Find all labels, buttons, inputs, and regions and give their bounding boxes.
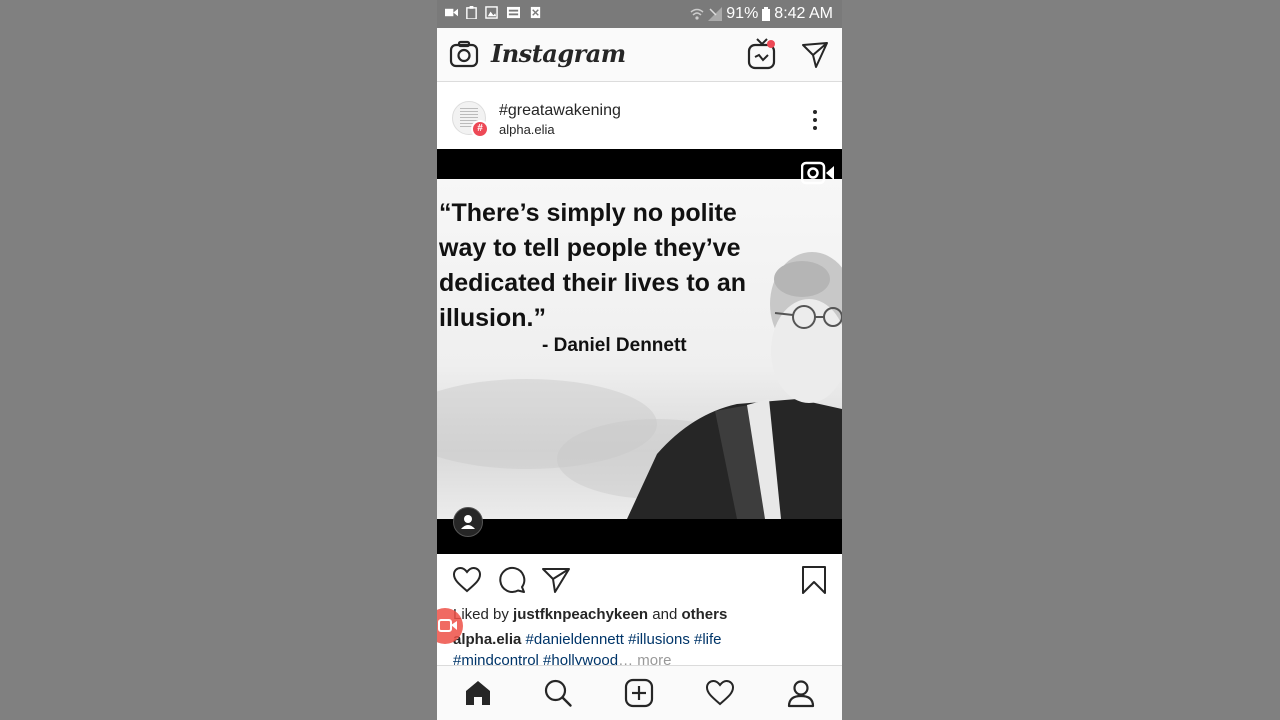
- person-icon: [461, 515, 475, 529]
- activity-heart-icon[interactable]: [705, 678, 735, 708]
- wifi-icon: [690, 8, 704, 20]
- screen-recorder-bubble[interactable]: [437, 608, 463, 644]
- likes-middle: and: [648, 606, 682, 623]
- bookmark-icon[interactable]: [799, 565, 829, 595]
- home-icon[interactable]: [463, 678, 493, 708]
- bottom-navigation: [437, 665, 842, 720]
- signal-icon: [708, 7, 723, 21]
- tagged-people-button[interactable]: [453, 507, 483, 537]
- new-post-icon[interactable]: [624, 678, 654, 708]
- notification-icons: [445, 6, 542, 19]
- share-icon[interactable]: [541, 565, 571, 595]
- hashtag-badge: #: [471, 120, 489, 138]
- notification-dot: [767, 40, 775, 48]
- post-image[interactable]: “There’s simply no polite way to tell pe…: [437, 149, 842, 554]
- search-icon[interactable]: [543, 678, 573, 708]
- video-notification-icon: [445, 8, 458, 17]
- status-bar: 91% 8:42 AM: [437, 0, 842, 28]
- recorder-icon: [438, 619, 457, 632]
- battery-percent: 91%: [726, 5, 759, 22]
- quote-author: - Daniel Dennett: [542, 335, 687, 356]
- likes-summary: Liked by justfknpeachykeen and others: [453, 606, 727, 623]
- post-header: # #greatawakening alpha.elia: [437, 88, 842, 148]
- direct-message-icon[interactable]: [801, 41, 829, 69]
- battery-icon: [762, 7, 771, 21]
- likes-others-link[interactable]: others: [681, 606, 727, 623]
- comment-icon[interactable]: [497, 565, 527, 595]
- phone-screen: 91% 8:42 AM Instagram # #greatawakening …: [437, 0, 842, 720]
- clock: 8:42 AM: [774, 5, 833, 22]
- camera-icon[interactable]: [449, 40, 479, 70]
- liker-username[interactable]: justfknpeachykeen: [513, 606, 648, 623]
- quote-text: “There’s simply no polite way to tell pe…: [439, 199, 747, 332]
- post-actions: [437, 560, 842, 600]
- status-right: 91% 8:42 AM: [690, 5, 833, 23]
- more-options-icon[interactable]: [809, 108, 821, 132]
- clipboard-notification-icon: [466, 6, 477, 19]
- app-header: Instagram: [437, 28, 842, 82]
- quote-image: “There’s simply no polite way to tell pe…: [437, 179, 842, 519]
- keyboard-notification-icon: [507, 6, 520, 19]
- app-logo: Instagram: [491, 39, 626, 68]
- like-icon[interactable]: [452, 565, 482, 595]
- hashtag-title[interactable]: #greatawakening: [499, 102, 621, 120]
- image-notification-icon: [485, 6, 498, 19]
- post-username[interactable]: alpha.elia: [499, 122, 555, 137]
- video-camera-icon: [801, 161, 834, 185]
- file-notification-icon: [530, 6, 541, 19]
- profile-icon[interactable]: [786, 678, 816, 708]
- caption-username[interactable]: alpha.elia: [453, 631, 521, 648]
- caption-hashtags[interactable]: #danieldennett #illusions #life: [521, 631, 722, 648]
